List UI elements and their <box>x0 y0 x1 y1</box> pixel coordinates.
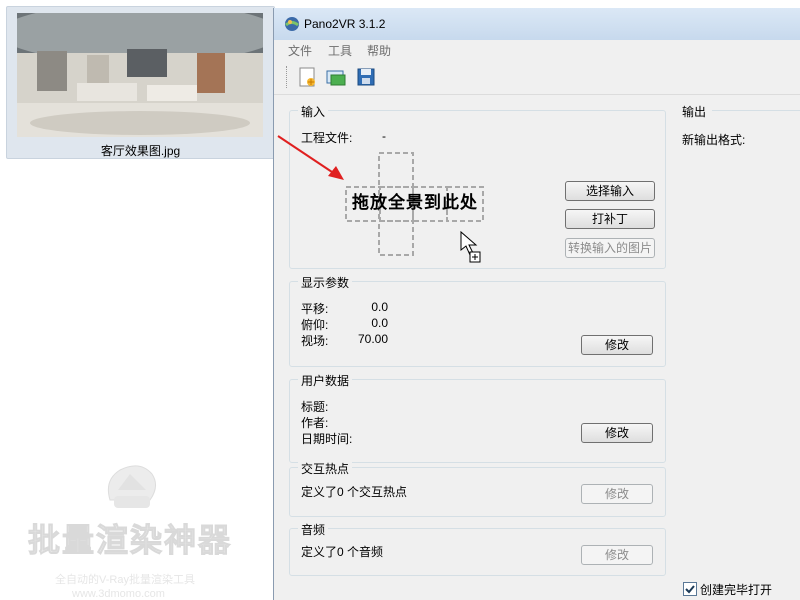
drag-copy-cursor-icon <box>460 230 481 263</box>
drop-zone-overlay <box>277 135 484 263</box>
red-arrow-icon <box>277 135 344 180</box>
drop-panorama-hint[interactable]: 拖放全景到此处 <box>346 186 484 220</box>
